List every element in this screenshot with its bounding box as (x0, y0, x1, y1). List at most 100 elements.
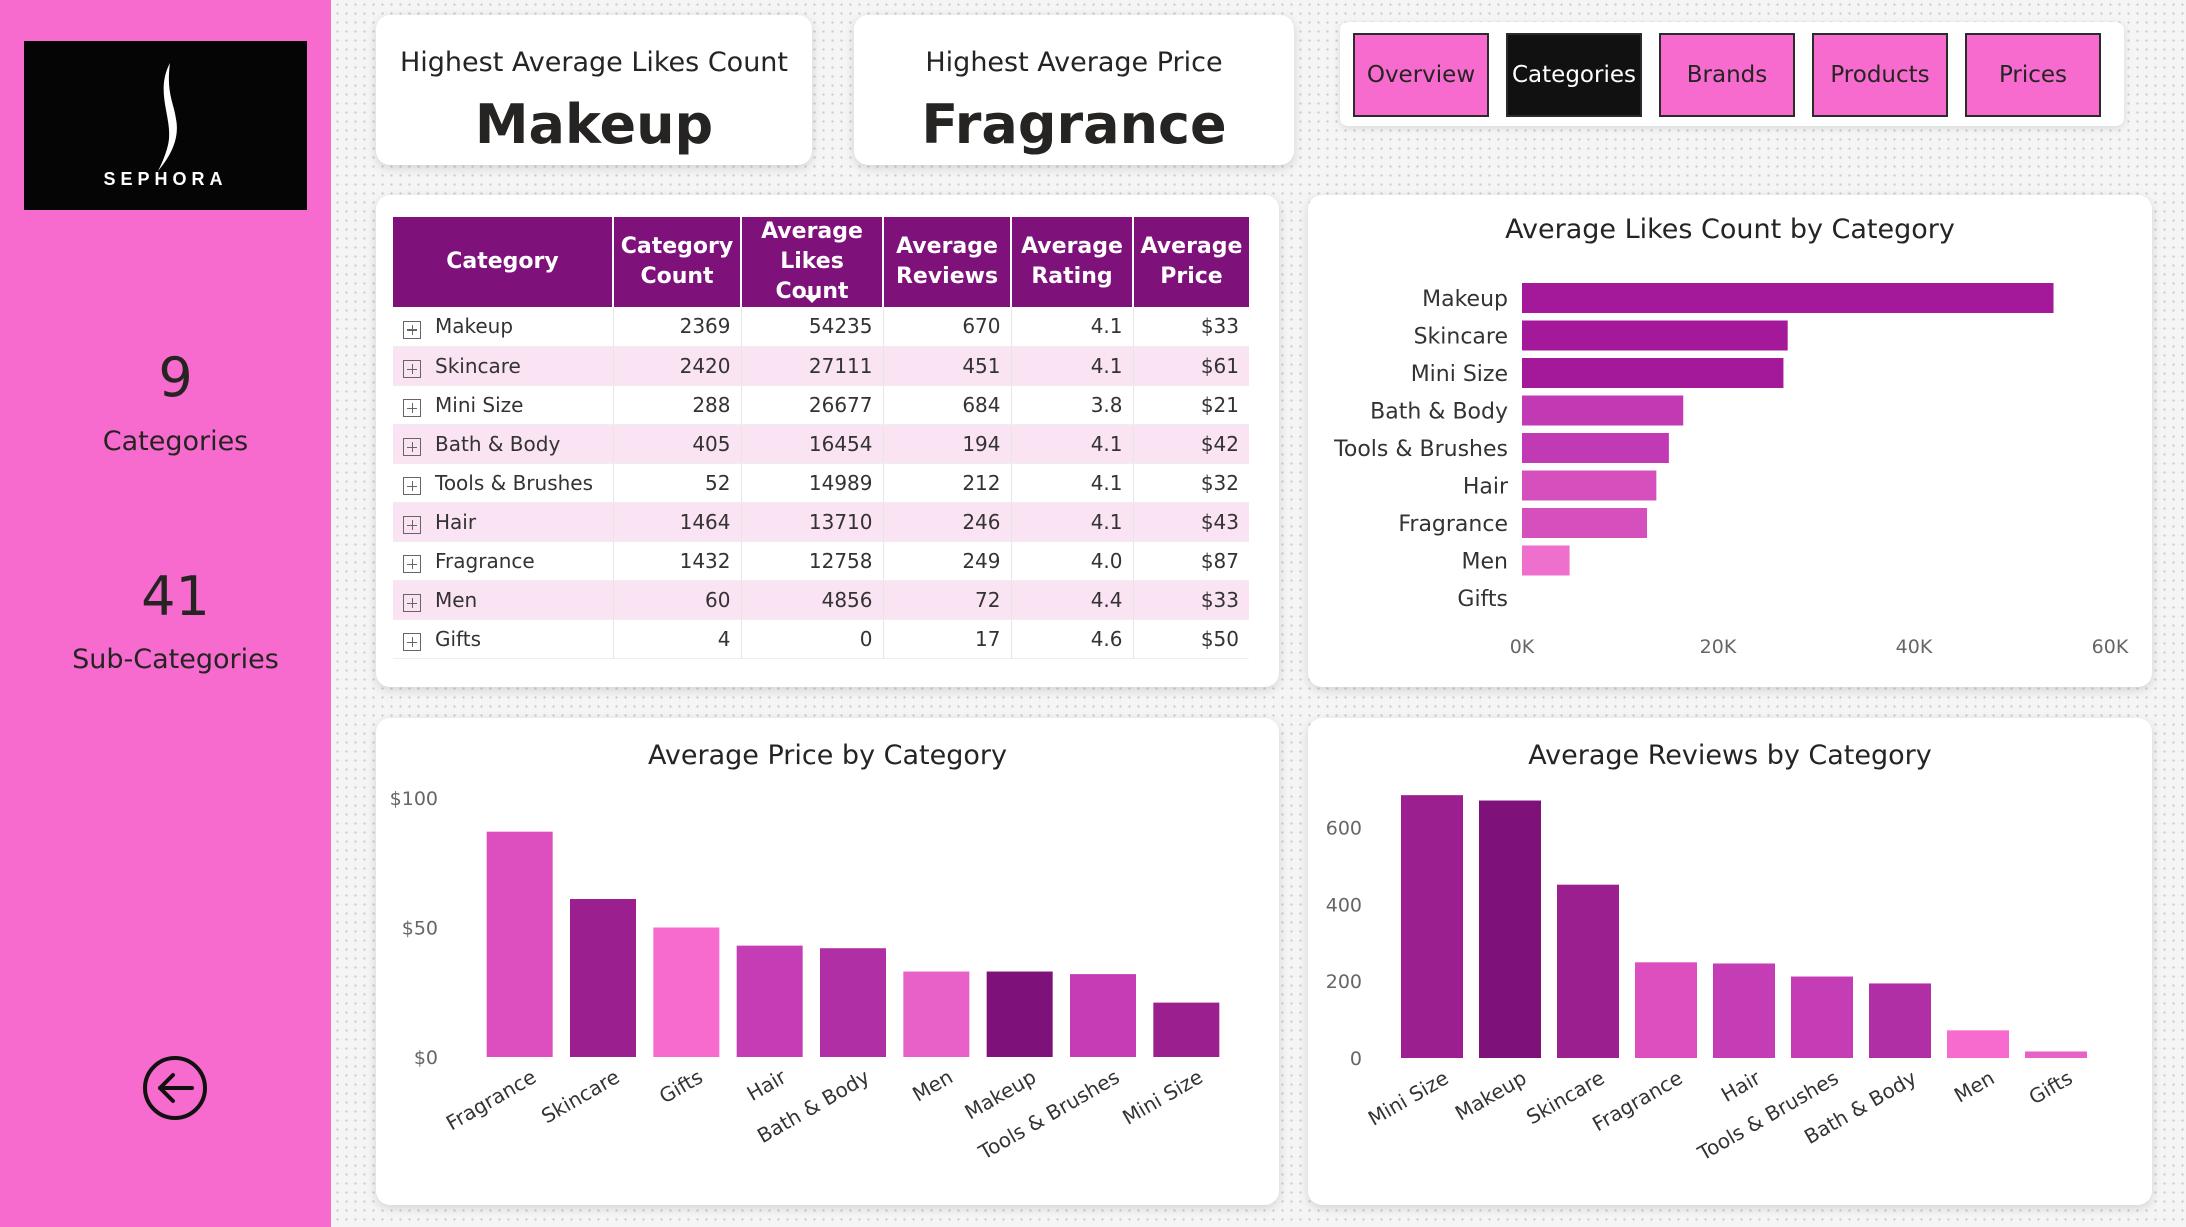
likes-bar (1522, 508, 1648, 538)
nav-products-button[interactable]: Products (1812, 33, 1948, 117)
table-cell: 1464 (613, 502, 742, 542)
y-tick-label: $50 (402, 918, 438, 940)
table-row[interactable]: Tools & Brushes 52 14989 212 4.1 $32 (393, 463, 1249, 503)
header-average-price[interactable]: Average Price (1133, 217, 1249, 307)
header-average-rating[interactable]: Average Rating (1011, 217, 1134, 307)
nav-brands-button[interactable]: Brands (1659, 33, 1795, 117)
table-cell: $33 (1133, 307, 1249, 347)
table-body: Makeup 2369 54235 670 4.1 $33 Skincare 2420 2711… (393, 307, 1249, 659)
table-cell: $33 (1133, 580, 1249, 620)
bar (986, 971, 1053, 1057)
bar (820, 948, 886, 1057)
table-cell: $32 (1133, 463, 1249, 503)
nav-prices-button[interactable]: Prices (1965, 33, 2101, 117)
likes-category-label: Hair (1463, 475, 1509, 500)
nav-categories-button[interactable]: Categories (1506, 33, 1642, 117)
table-row[interactable]: Hair 1464 13710 246 4.1 $43 (393, 502, 1249, 542)
x-category-label: Hair (1717, 1065, 1765, 1107)
table-row[interactable]: Makeup 2369 54235 670 4.1 $33 (393, 307, 1249, 347)
header-category-count[interactable]: Category Count (613, 217, 742, 307)
bar (1791, 976, 1853, 1058)
table-cell: 17 (883, 619, 1012, 659)
table-row[interactable]: Men 60 4856 72 4.4 $33 (393, 580, 1249, 620)
likes-chart: Makeup Skincare Mini Size Bath & Body Tools … (1333, 283, 2129, 658)
table-row[interactable]: Skincare 2420 27111 451 4.1 $61 (393, 346, 1249, 386)
table-cell: 249 (883, 541, 1012, 581)
subcategories-label: Sub-Categories (72, 644, 279, 675)
likes-category-label: Makeup (1422, 287, 1508, 312)
likes-bar (1522, 545, 1570, 576)
bar (1479, 800, 1541, 1058)
expand-plus-icon[interactable] (403, 516, 421, 534)
x-category-label: Skincare (537, 1065, 623, 1129)
table-cell: 52 (613, 463, 742, 503)
table-row[interactable]: Gifts 4 0 17 4.6 $50 (393, 619, 1249, 659)
likes-category-label: Tools & Brushes (1333, 437, 1508, 462)
table-cell: 2369 (613, 307, 742, 347)
table-cell: $61 (1133, 346, 1249, 386)
bar (2025, 1051, 2087, 1058)
logo-text: SEPHORA (103, 169, 228, 189)
subcategories-count: 41 (141, 565, 210, 628)
expand-plus-icon[interactable] (403, 360, 421, 378)
categories-label: Categories (102, 426, 249, 457)
category-name: Hair (435, 509, 477, 534)
table-cell: $21 (1133, 385, 1249, 425)
expand-plus-icon[interactable] (403, 477, 421, 495)
expand-plus-icon[interactable] (403, 633, 421, 651)
table-cell: 16454 (741, 424, 884, 464)
category-name: Gifts (435, 626, 482, 651)
y-tick-label: 400 (1326, 894, 1362, 916)
likes-category-label: Men (1462, 550, 1508, 575)
table-cell: 288 (613, 385, 742, 425)
category-name: Makeup (435, 314, 514, 339)
card-highest-likes: Highest Average Likes Count Makeup (376, 15, 812, 165)
likes-bar (1522, 433, 1669, 463)
x-category-label: Fragrance (442, 1065, 540, 1136)
y-tick-label: 0 (1350, 1048, 1362, 1070)
card-highest-price-value: Fragrance (921, 93, 1227, 156)
expand-plus-icon[interactable] (403, 555, 421, 573)
nav-overview-button[interactable]: Overview (1353, 33, 1489, 117)
header-category[interactable]: Category (393, 217, 614, 307)
table-cell: 3.8 (1011, 385, 1134, 425)
table-row[interactable]: Bath & Body 405 16454 194 4.1 $42 (393, 424, 1249, 464)
bar (1947, 1030, 2009, 1058)
x-category-label: Makeup (1451, 1066, 1531, 1126)
x-category-label: Hair (743, 1064, 791, 1106)
header-average-likes[interactable]: Average Likes Count (741, 217, 884, 307)
table-cell: $42 (1133, 424, 1249, 464)
card-highest-price: Highest Average Price Fragrance (854, 15, 1294, 165)
expand-plus-icon[interactable] (403, 399, 421, 417)
table-cell: 54235 (741, 307, 884, 347)
bar (570, 899, 636, 1057)
table-cell: 4.0 (1011, 541, 1134, 581)
y-tick-label: 200 (1326, 971, 1362, 993)
table-cell: 4 (613, 619, 742, 659)
table-cell-category: Men (393, 580, 614, 620)
header-average-reviews[interactable]: Average Reviews (883, 217, 1012, 307)
table-row[interactable]: Mini Size 288 26677 684 3.8 $21 (393, 385, 1249, 425)
category-table: Category Category Count Average Likes Co… (393, 217, 1249, 659)
categories-count: 9 (158, 346, 193, 409)
table-cell: 4.1 (1011, 502, 1134, 542)
likes-x-tick: 20K (1700, 636, 1737, 658)
expand-plus-icon[interactable] (403, 438, 421, 456)
sort-descending-icon (804, 295, 820, 303)
table-cell: 4.4 (1011, 580, 1134, 620)
table-cell: 684 (883, 385, 1012, 425)
likes-category-label: Gifts (1457, 587, 1508, 612)
expand-plus-icon[interactable] (403, 320, 421, 339)
back-button[interactable] (140, 1053, 210, 1123)
table-cell: 72 (883, 580, 1012, 620)
x-category-label: Tools & Brushes (974, 1065, 1124, 1165)
likes-x-tick: 60K (2092, 636, 2129, 658)
expand-plus-icon[interactable] (403, 594, 421, 612)
table-row[interactable]: Fragrance 1432 12758 249 4.0 $87 (393, 541, 1249, 581)
header-average-likes-label: Average Likes Count (761, 219, 863, 304)
table-cell: 26677 (741, 385, 884, 425)
likes-bar (1522, 358, 1784, 388)
table-cell: $43 (1133, 502, 1249, 542)
table-cell-category: Skincare (393, 346, 614, 386)
card-highest-likes-label: Highest Average Likes Count (399, 47, 789, 78)
